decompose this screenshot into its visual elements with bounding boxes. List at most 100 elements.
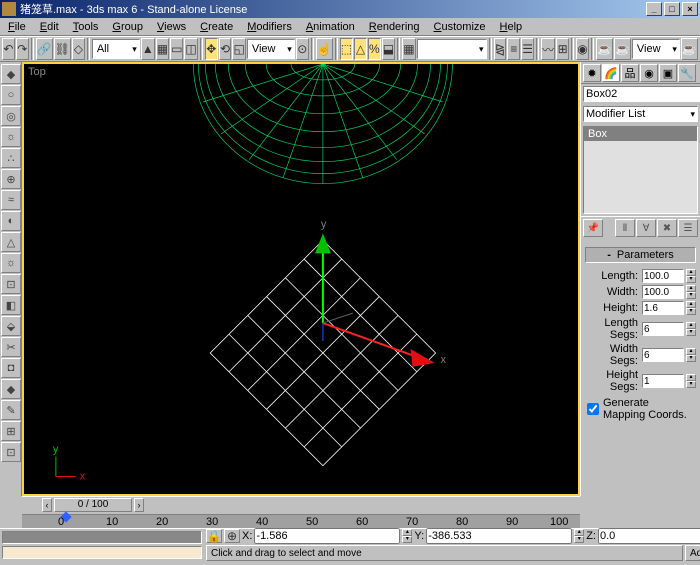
tab-item-14[interactable]: ✂ [1, 337, 21, 357]
tab-item-18[interactable]: ⊞ [1, 421, 21, 441]
x-spinner[interactable]: ▴▾ [402, 529, 412, 543]
z-coord-input[interactable] [598, 528, 700, 544]
select-manipulate-button[interactable]: ☝ [316, 38, 333, 60]
layers-button[interactable]: ☰ [521, 38, 534, 60]
hierarchy-tab[interactable]: 品 [621, 64, 639, 82]
modify-tab[interactable]: 🌈 [602, 64, 620, 82]
utilities-tab[interactable]: 🔧 [678, 64, 696, 82]
ref-coord-system[interactable]: View [247, 39, 295, 59]
hsegs-spinner[interactable]: ▴▾ [686, 374, 696, 388]
add-time-tag-button[interactable]: Add Time Tag [685, 545, 700, 561]
snap-toggle-button[interactable]: ⬚ [340, 38, 353, 60]
lsegs-input[interactable] [642, 322, 684, 336]
motion-tab[interactable]: ◉ [640, 64, 658, 82]
menu-animation[interactable]: Animation [300, 20, 361, 34]
object-name-field[interactable] [583, 86, 700, 102]
tab-rendering-icon[interactable]: ☼ [1, 253, 21, 273]
minimize-button[interactable]: _ [646, 2, 662, 16]
length-spinner[interactable]: ▴▾ [686, 269, 696, 283]
tab-objects-icon[interactable]: ◆ [1, 64, 21, 84]
angle-snap-button[interactable]: △ [354, 38, 367, 60]
tab-item-11[interactable]: ⊡ [1, 274, 21, 294]
display-tab[interactable]: ▣ [659, 64, 677, 82]
height-spinner[interactable]: ▴▾ [686, 301, 696, 315]
window-crossing-button[interactable]: ◫ [184, 38, 197, 60]
tab-compounds-icon[interactable]: ◎ [1, 106, 21, 126]
tab-particles-icon[interactable]: ∴ [1, 148, 21, 168]
tab-modifiers-icon[interactable]: ◐ [1, 211, 21, 231]
render-type[interactable]: View [632, 39, 680, 59]
select-rotate-button[interactable]: ⟲ [219, 38, 232, 60]
time-slider-next[interactable]: › [134, 498, 144, 512]
remove-modifier-button[interactable]: ✖ [657, 219, 677, 237]
named-sel-button[interactable]: ▦ [402, 38, 415, 60]
select-name-button[interactable]: ▦ [156, 38, 169, 60]
menu-tools[interactable]: Tools [67, 20, 105, 34]
tab-item-16[interactable]: ◆ [1, 379, 21, 399]
time-slider-prev[interactable]: ‹ [42, 498, 52, 512]
select-region-button[interactable]: ▭ [170, 38, 183, 60]
configure-sets-button[interactable]: ☰ [678, 219, 698, 237]
hsegs-input[interactable] [642, 374, 684, 388]
tab-item-17[interactable]: ✎ [1, 400, 21, 420]
menu-customize[interactable]: Customize [428, 20, 492, 34]
viewport[interactable]: Top [22, 62, 580, 496]
menu-group[interactable]: Group [106, 20, 149, 34]
make-unique-button[interactable]: ∀ [636, 219, 656, 237]
quick-render-button[interactable]: ☕ [614, 38, 631, 60]
time-ruler[interactable]: 0 10 20 30 40 50 60 70 80 90 100 [22, 514, 580, 528]
modifier-list-dropdown[interactable]: Modifier List [583, 106, 698, 122]
menu-create[interactable]: Create [194, 20, 239, 34]
gen-mapping-checkbox[interactable] [587, 403, 599, 415]
pin-stack-button[interactable]: 📌 [583, 219, 603, 237]
tab-helpers-icon[interactable]: ⊕ [1, 169, 21, 189]
lsegs-spinner[interactable]: ▴▾ [686, 322, 696, 336]
maxscript-listener[interactable] [2, 531, 202, 544]
bind-button[interactable]: ◇ [72, 38, 85, 60]
time-slider-track[interactable]: ‹ 0 / 100 › [22, 496, 580, 514]
schematic-button[interactable]: ⊞ [556, 38, 569, 60]
width-input[interactable] [642, 285, 684, 299]
tab-lights-icon[interactable]: ☼ [1, 127, 21, 147]
redo-button[interactable]: ↷ [16, 38, 29, 60]
menu-modifiers[interactable]: Modifiers [241, 20, 298, 34]
wsegs-spinner[interactable]: ▴▾ [686, 348, 696, 362]
abs-transform-button[interactable]: ⊕ [224, 529, 240, 543]
curve-editor-button[interactable]: 〰 [541, 38, 555, 60]
select-move-button[interactable]: ✥ [205, 38, 218, 60]
tab-shapes-icon[interactable]: ○ [1, 85, 21, 105]
tab-item-12[interactable]: ◧ [1, 295, 21, 315]
show-end-result-button[interactable]: Ⅱ [615, 219, 635, 237]
maximize-button[interactable]: □ [664, 2, 680, 16]
select-scale-button[interactable]: ◱ [232, 38, 245, 60]
spinner-snap-button[interactable]: ⬓ [382, 38, 395, 60]
time-slider[interactable]: 0 / 100 [54, 498, 132, 512]
length-input[interactable] [642, 269, 684, 283]
menu-views[interactable]: Views [151, 20, 192, 34]
tab-item-15[interactable]: ◘ [1, 358, 21, 378]
width-spinner[interactable]: ▴▾ [686, 285, 696, 299]
select-object-button[interactable]: ▲ [141, 38, 155, 60]
tab-item-13[interactable]: ⬙ [1, 316, 21, 336]
align-button[interactable]: ≡ [507, 38, 520, 60]
viewport-canvas[interactable]: y x y x [24, 64, 578, 496]
named-selection-sets[interactable] [417, 39, 487, 59]
stack-item-box[interactable]: Box [584, 127, 697, 141]
lock-selection-button[interactable]: 🔒 [206, 529, 222, 543]
center-pivot-button[interactable]: ⊙ [296, 38, 309, 60]
render-scene-button[interactable]: ☕ [596, 38, 613, 60]
parameters-rollout-header[interactable]: Parameters [585, 247, 696, 263]
x-coord-input[interactable] [254, 528, 400, 544]
percent-snap-button[interactable]: % [368, 38, 381, 60]
undo-button[interactable]: ↶ [2, 38, 15, 60]
menu-edit[interactable]: Edit [34, 20, 65, 34]
macrorecorder[interactable] [2, 546, 202, 559]
modifier-stack[interactable]: Box [583, 126, 698, 214]
menu-rendering[interactable]: Rendering [363, 20, 426, 34]
mirror-button[interactable]: ⧎ [494, 38, 507, 60]
menu-file[interactable]: File [2, 20, 32, 34]
link-button[interactable]: 🔗 [36, 38, 53, 60]
selection-filter[interactable]: All [92, 39, 140, 59]
tab-modeling-icon[interactable]: △ [1, 232, 21, 252]
close-button[interactable]: × [682, 2, 698, 16]
